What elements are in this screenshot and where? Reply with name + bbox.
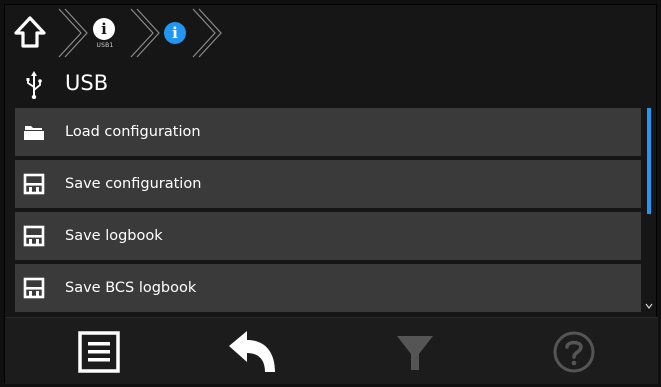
chevron-down-icon[interactable] xyxy=(645,302,653,310)
scrollbar-thumb[interactable] xyxy=(647,108,651,214)
bottom-toolbar xyxy=(5,317,658,384)
page-title: USB xyxy=(65,71,109,95)
usb-icon xyxy=(26,71,42,99)
breadcrumb-sublabel: USB1 xyxy=(96,42,114,49)
help-button[interactable] xyxy=(544,326,604,378)
folder-open-icon xyxy=(24,126,44,140)
breadcrumb: i USB1 i xyxy=(5,5,658,61)
breadcrumb-item-usb1[interactable]: i USB1 xyxy=(93,18,117,49)
device-screen: i USB1 i USB Load configuration Save con… xyxy=(4,4,658,384)
list-item-save-bcs-logbook[interactable]: Save BCS logbook xyxy=(15,264,641,312)
list-item-save-configuration[interactable]: Save configuration xyxy=(15,160,641,208)
usb-options-list: Load configuration Save configuration Sa… xyxy=(15,108,653,314)
info-icon: i xyxy=(164,22,186,44)
help-icon xyxy=(553,331,595,373)
floppy-icon xyxy=(23,173,45,195)
list-item-save-logbook[interactable]: Save logbook xyxy=(15,212,641,260)
filter-button[interactable] xyxy=(385,326,445,378)
floppy-icon xyxy=(23,225,45,247)
floppy-icon xyxy=(23,277,45,299)
back-arrow-icon xyxy=(229,331,275,372)
list-item-label: Save configuration xyxy=(65,176,202,192)
info-icon: i xyxy=(93,18,115,40)
menu-list-icon xyxy=(78,331,120,373)
list-item-label: Save BCS logbook xyxy=(65,280,197,296)
breadcrumb-item-current[interactable]: i xyxy=(164,22,188,44)
list-item-label: Load configuration xyxy=(65,124,201,140)
back-button[interactable] xyxy=(223,326,283,378)
breadcrumb-home[interactable] xyxy=(13,15,53,55)
home-icon xyxy=(14,16,46,48)
filter-icon xyxy=(397,336,433,370)
menu-button[interactable] xyxy=(69,326,129,378)
list-item-load-configuration[interactable]: Load configuration xyxy=(15,108,641,156)
page-header: USB xyxy=(5,63,658,107)
list-item-label: Save logbook xyxy=(65,228,163,244)
